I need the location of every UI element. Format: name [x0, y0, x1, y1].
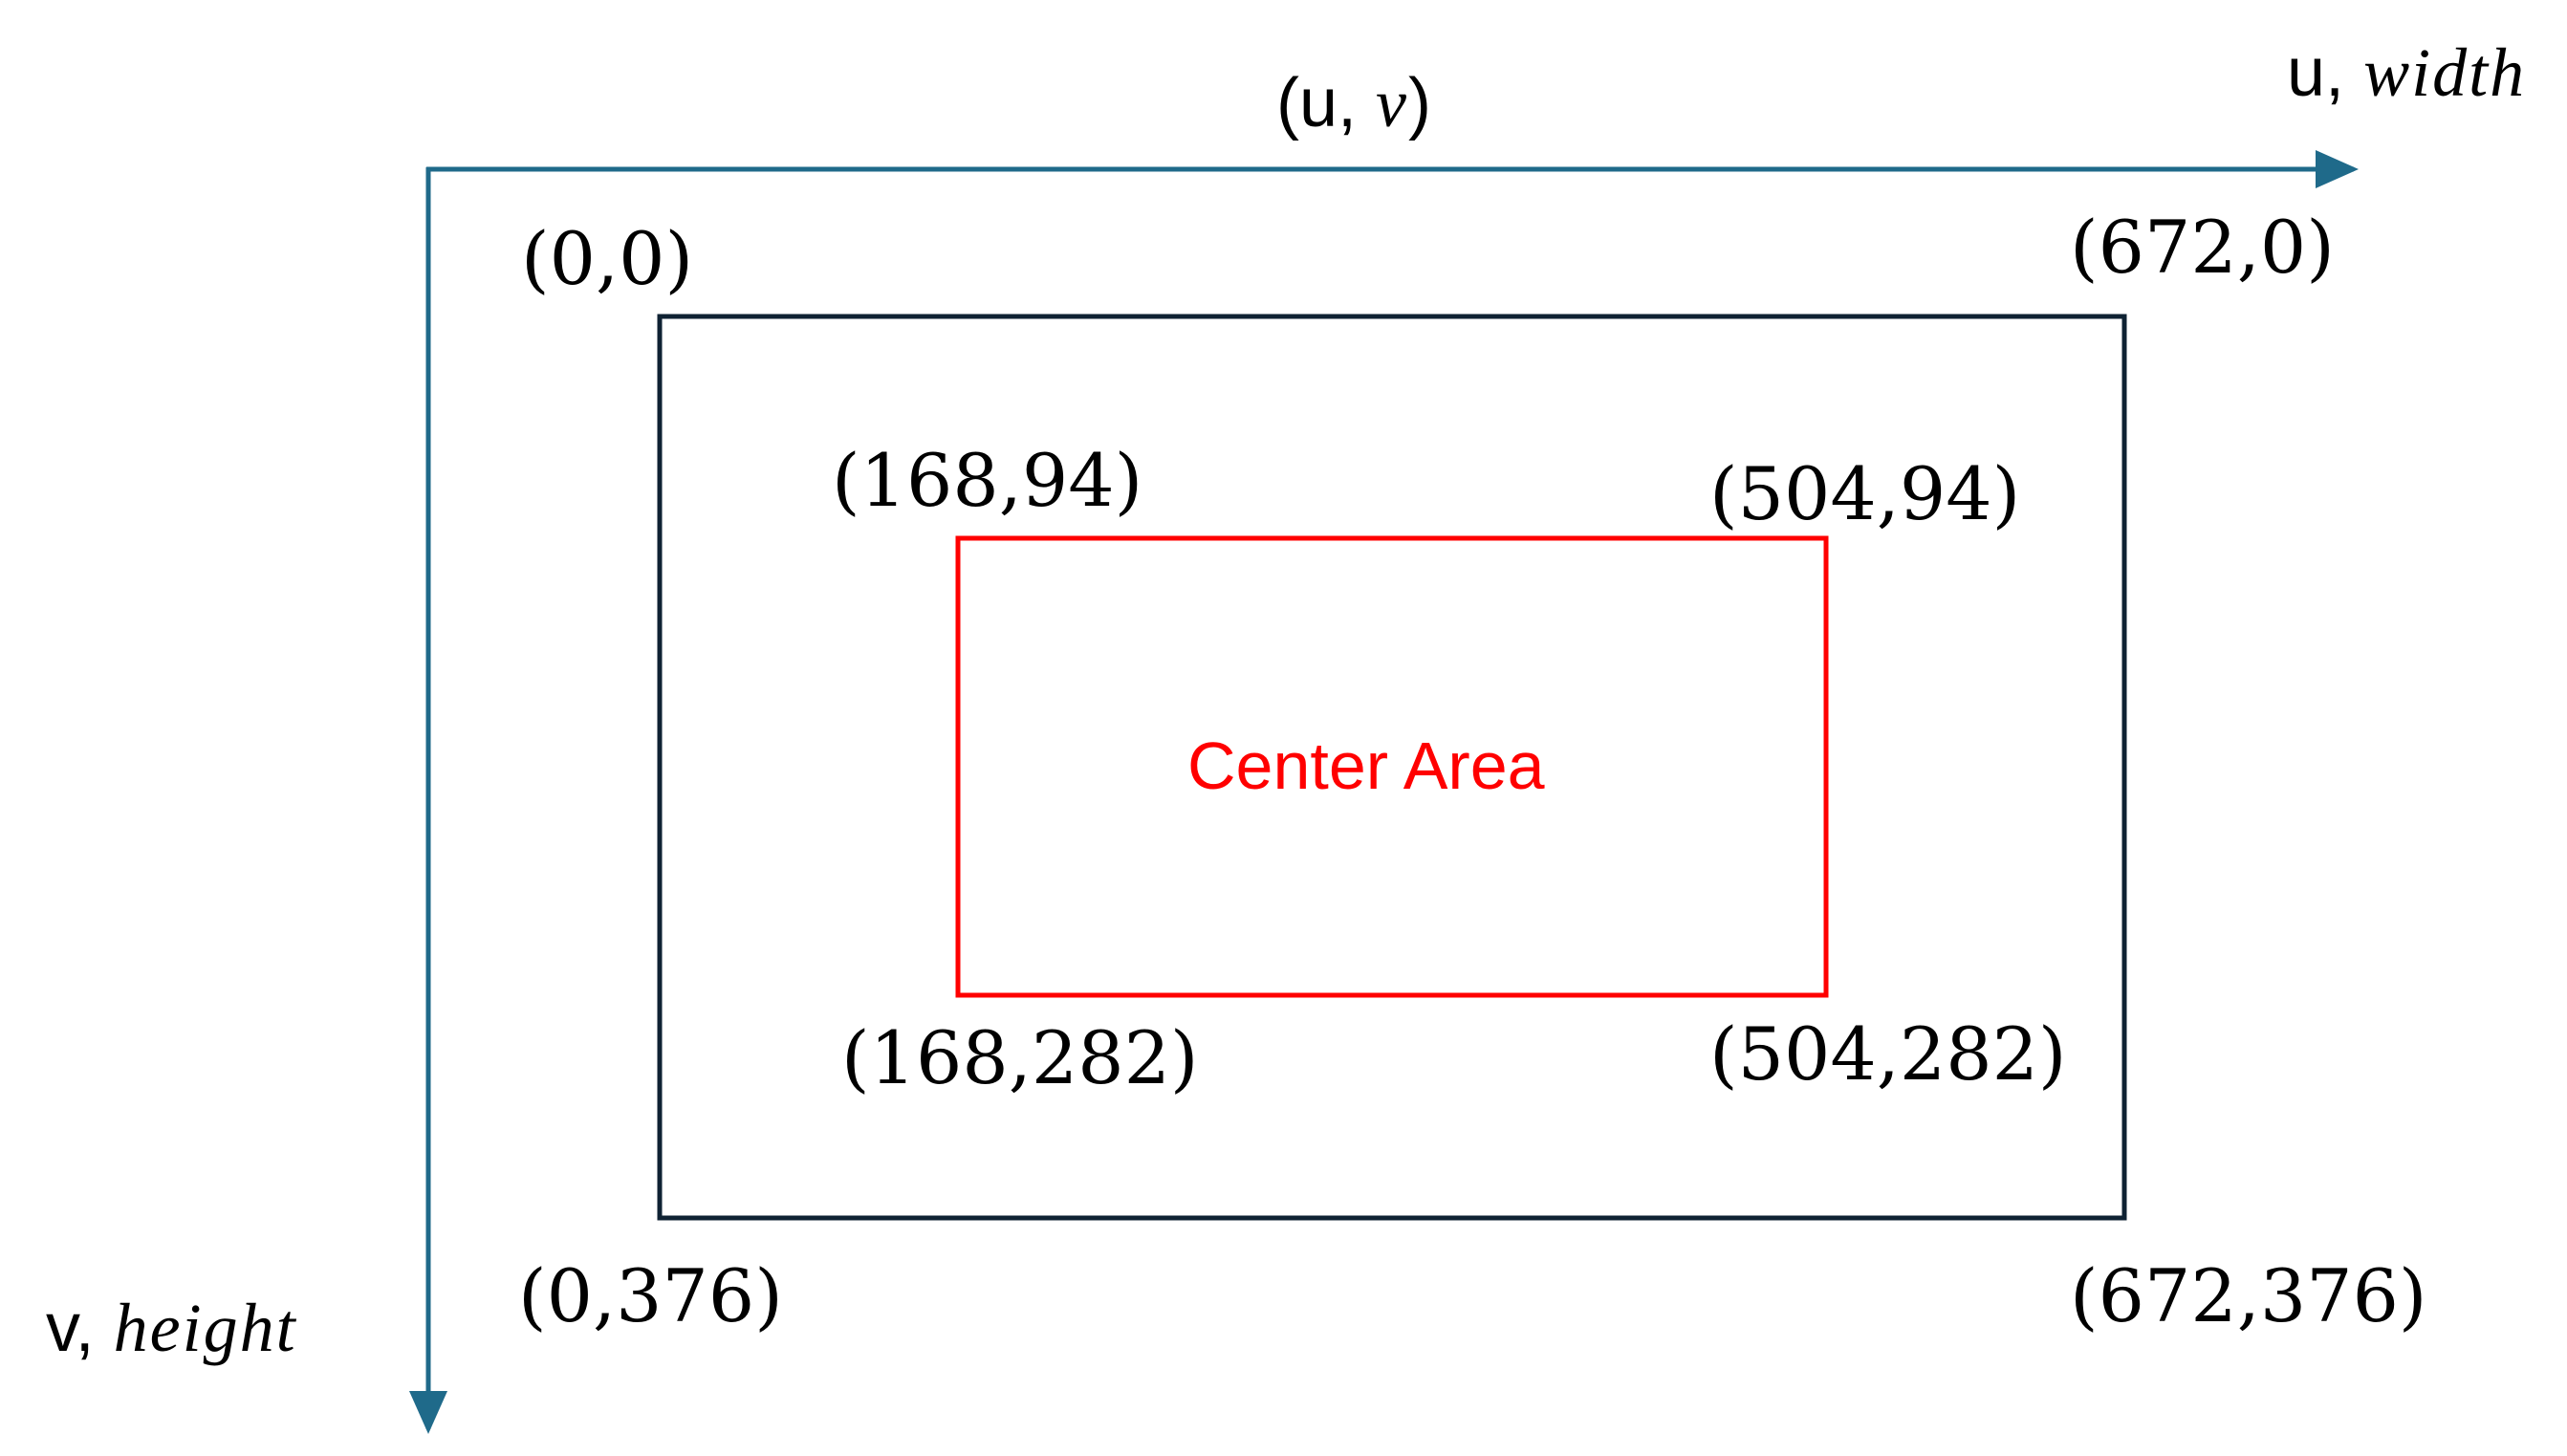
center-top-left-coord: (168,94): [832, 438, 1143, 523]
frame-top-right-coord: (672,0): [2070, 205, 2335, 290]
u-axis-label: u, width: [2287, 38, 2526, 107]
v-axis-var: height: [113, 1290, 297, 1366]
u-axis-var: width: [2363, 34, 2527, 111]
center-top-right-coord: (504,94): [1709, 451, 2021, 536]
center-area-label: Center Area: [1187, 728, 1545, 803]
v-axis-prefix: v,: [46, 1290, 114, 1366]
uv-coordinate-label: (u, v): [1276, 69, 1431, 138]
uv-var: v: [1376, 65, 1408, 141]
frame-bottom-left-coord: (0,376): [518, 1253, 783, 1338]
v-axis-label: v, height: [46, 1293, 297, 1362]
frame-top-left-coord: (0,0): [521, 216, 694, 301]
uv-suffix: ): [1408, 65, 1431, 141]
center-bottom-left-coord: (168,282): [841, 1015, 1199, 1100]
uv-prefix: (u,: [1276, 65, 1377, 141]
u-axis-prefix: u,: [2287, 34, 2364, 111]
center-bottom-right-coord: (504,282): [1709, 1011, 2067, 1097]
frame-bottom-right-coord: (672,376): [2070, 1253, 2427, 1338]
